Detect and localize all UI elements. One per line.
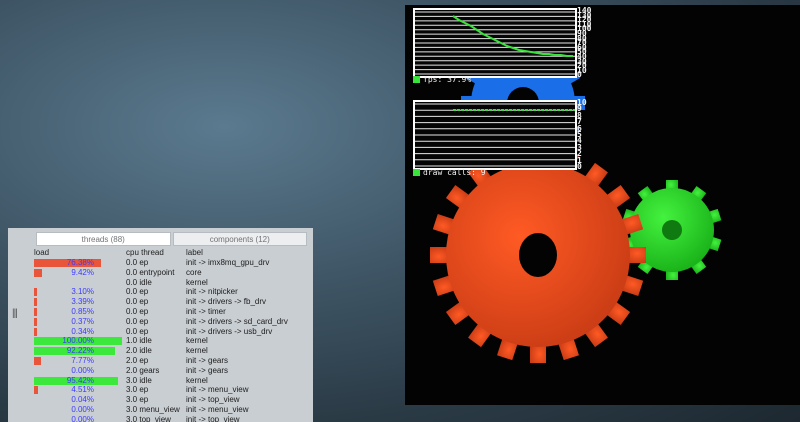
load-value: 7.77%: [71, 355, 94, 365]
draw-calls-value: draw calls: 9: [423, 168, 486, 177]
cpu-thread: 2.0 idle: [126, 346, 152, 356]
thread-row[interactable]: 0.00% 3.0 menu_view init -> menu_view: [34, 405, 309, 415]
cpu-thread: 1.0 idle: [126, 336, 152, 346]
tab-threads[interactable]: threads (88): [36, 232, 171, 246]
thread-label: init -> drivers -> sd_card_drv: [186, 316, 288, 326]
thread-label: kernel: [186, 336, 208, 346]
thread-label: kernel: [186, 375, 208, 385]
draw-calls-graph: [413, 100, 577, 170]
fps-value: fps: 37.9%: [423, 75, 472, 84]
tab-bar: threads (88) components (12): [36, 232, 307, 246]
load-value: 0.00%: [71, 414, 94, 422]
draw-calls-legend-icon: [413, 169, 420, 176]
load-value: 100.00%: [62, 336, 94, 346]
cpu-thread: 0.0 ep: [126, 297, 149, 307]
cpu-thread: 0.0 entrypoint: [126, 267, 175, 277]
load-value: 0.04%: [71, 395, 94, 405]
draw-calls-plot: [415, 103, 575, 167]
cpu-thread: 2.0 ep: [126, 355, 149, 365]
cpu-thread: 3.0 menu_view: [126, 404, 180, 414]
thread-row[interactable]: 0.0 idle kernel: [34, 278, 309, 288]
fps-scale: 140 130 120 110 100 90 80 70 60 50 40 30 20 10 0: [577, 7, 591, 79]
thread-label: init -> menu_view: [186, 404, 249, 414]
load-value: 9.42%: [71, 267, 94, 277]
draw-calls-label: draw calls: 9: [413, 168, 486, 177]
thread-label: init -> top_view: [186, 395, 240, 405]
thread-row[interactable]: 0.37% 0.0 ep init -> drivers -> sd_card_dr…: [34, 317, 309, 327]
thread-row[interactable]: 95.42% 3.0 idle kernel: [34, 376, 309, 386]
column-headers: load cpu thread label: [34, 248, 309, 258]
thread-label: init -> drivers -> usb_drv: [186, 326, 273, 336]
draw-calls-scale: 10 9 8 7 6 5 4 3 2 1 0: [577, 98, 587, 171]
red-gear: [430, 147, 646, 363]
thread-label: init -> nitpicker: [186, 287, 238, 297]
thread-row[interactable]: 3.10% 0.0 ep init -> nitpicker: [34, 287, 309, 297]
cpu-thread: 2.0 gears: [126, 365, 160, 375]
thread-row[interactable]: 100.00% 1.0 idle kernel: [34, 336, 309, 346]
gears-window[interactable]: 140 130 120 110 100 90 80 70 60 50 40 30 20 10 0 fps: …: [405, 5, 800, 405]
cpu-thread: 3.0 ep: [126, 395, 149, 405]
load-value: 3.39%: [71, 297, 94, 307]
thread-row[interactable]: 0.34% 0.0 ep init -> drivers -> usb_drv: [34, 327, 309, 337]
thread-row[interactable]: 76.38% 0.0 ep init -> imx8mq_gpu_drv: [34, 258, 309, 268]
tab-components[interactable]: components (12): [172, 232, 307, 246]
fps-label: fps: 37.9%: [413, 75, 471, 84]
thread-list: 76.38% 0.0 ep init -> imx8mq_gpu_drv 9.42% 0…: [34, 258, 309, 422]
top-view-window[interactable]: threads (88) components (12) ||| load cp…: [8, 228, 313, 422]
cpu-thread: 0.0 ep: [126, 287, 149, 297]
load-value: 0.37%: [71, 316, 94, 326]
fps-graph: [413, 8, 577, 78]
cpu-thread: 0.0 ep: [126, 316, 149, 326]
header-label: label: [186, 248, 203, 257]
cpu-thread: 3.0 ep: [126, 385, 149, 395]
thread-label: core: [186, 267, 202, 277]
thread-row[interactable]: 0.04% 3.0 ep init -> top_view: [34, 395, 309, 405]
thread-row[interactable]: 0.00% 2.0 gears init -> gears: [34, 366, 309, 376]
header-cpu-thread: cpu thread: [126, 248, 164, 257]
cpu-thread: 3.0 top_view: [126, 414, 171, 422]
thread-row[interactable]: 3.39% 0.0 ep init -> drivers -> fb_drv: [34, 297, 309, 307]
thread-label: init -> gears: [186, 365, 229, 375]
thread-label: init -> gears: [186, 355, 229, 365]
load-value: 4.51%: [71, 385, 94, 395]
thread-row[interactable]: 7.77% 2.0 ep init -> gears: [34, 356, 309, 366]
thread-label: init -> imx8mq_gpu_drv: [186, 258, 270, 267]
header-load: load: [34, 248, 50, 257]
load-value: 76.38%: [66, 258, 94, 267]
thread-label: init -> top_view: [186, 414, 240, 422]
load-value: 95.42%: [66, 375, 94, 385]
cpu-thread: 0.0 ep: [126, 258, 149, 267]
cpu-thread: 0.0 idle: [126, 277, 152, 287]
cpu-thread: 0.0 ep: [126, 326, 149, 336]
thread-label: kernel: [186, 346, 208, 356]
thread-label: init -> drivers -> fb_drv: [186, 297, 267, 307]
thread-row[interactable]: 4.51% 3.0 ep init -> menu_view: [34, 385, 309, 395]
thread-label: init -> menu_view: [186, 385, 249, 395]
load-value: 0.34%: [71, 326, 94, 336]
load-value: 3.10%: [71, 287, 94, 297]
load-value: 0.00%: [71, 404, 94, 414]
drag-handle-icon[interactable]: |||: [12, 308, 18, 319]
thread-label: init -> timer: [186, 306, 226, 316]
load-value: 0.85%: [71, 306, 94, 316]
fps-plot: [415, 11, 575, 75]
thread-label: kernel: [186, 277, 208, 287]
thread-row[interactable]: 0.00% 3.0 top_view init -> top_view: [34, 415, 309, 422]
cpu-thread: 3.0 idle: [126, 375, 152, 385]
thread-row[interactable]: 0.85% 0.0 ep init -> timer: [34, 307, 309, 317]
cpu-thread: 0.0 ep: [126, 306, 149, 316]
scale-tick: 0: [577, 161, 582, 171]
thread-row[interactable]: 92.22% 2.0 idle kernel: [34, 346, 309, 356]
fps-legend-icon: [413, 76, 420, 83]
load-value: 0.00%: [71, 365, 94, 375]
thread-row[interactable]: 9.42% 0.0 entrypoint core: [34, 268, 309, 278]
load-value: 92.22%: [66, 346, 94, 356]
